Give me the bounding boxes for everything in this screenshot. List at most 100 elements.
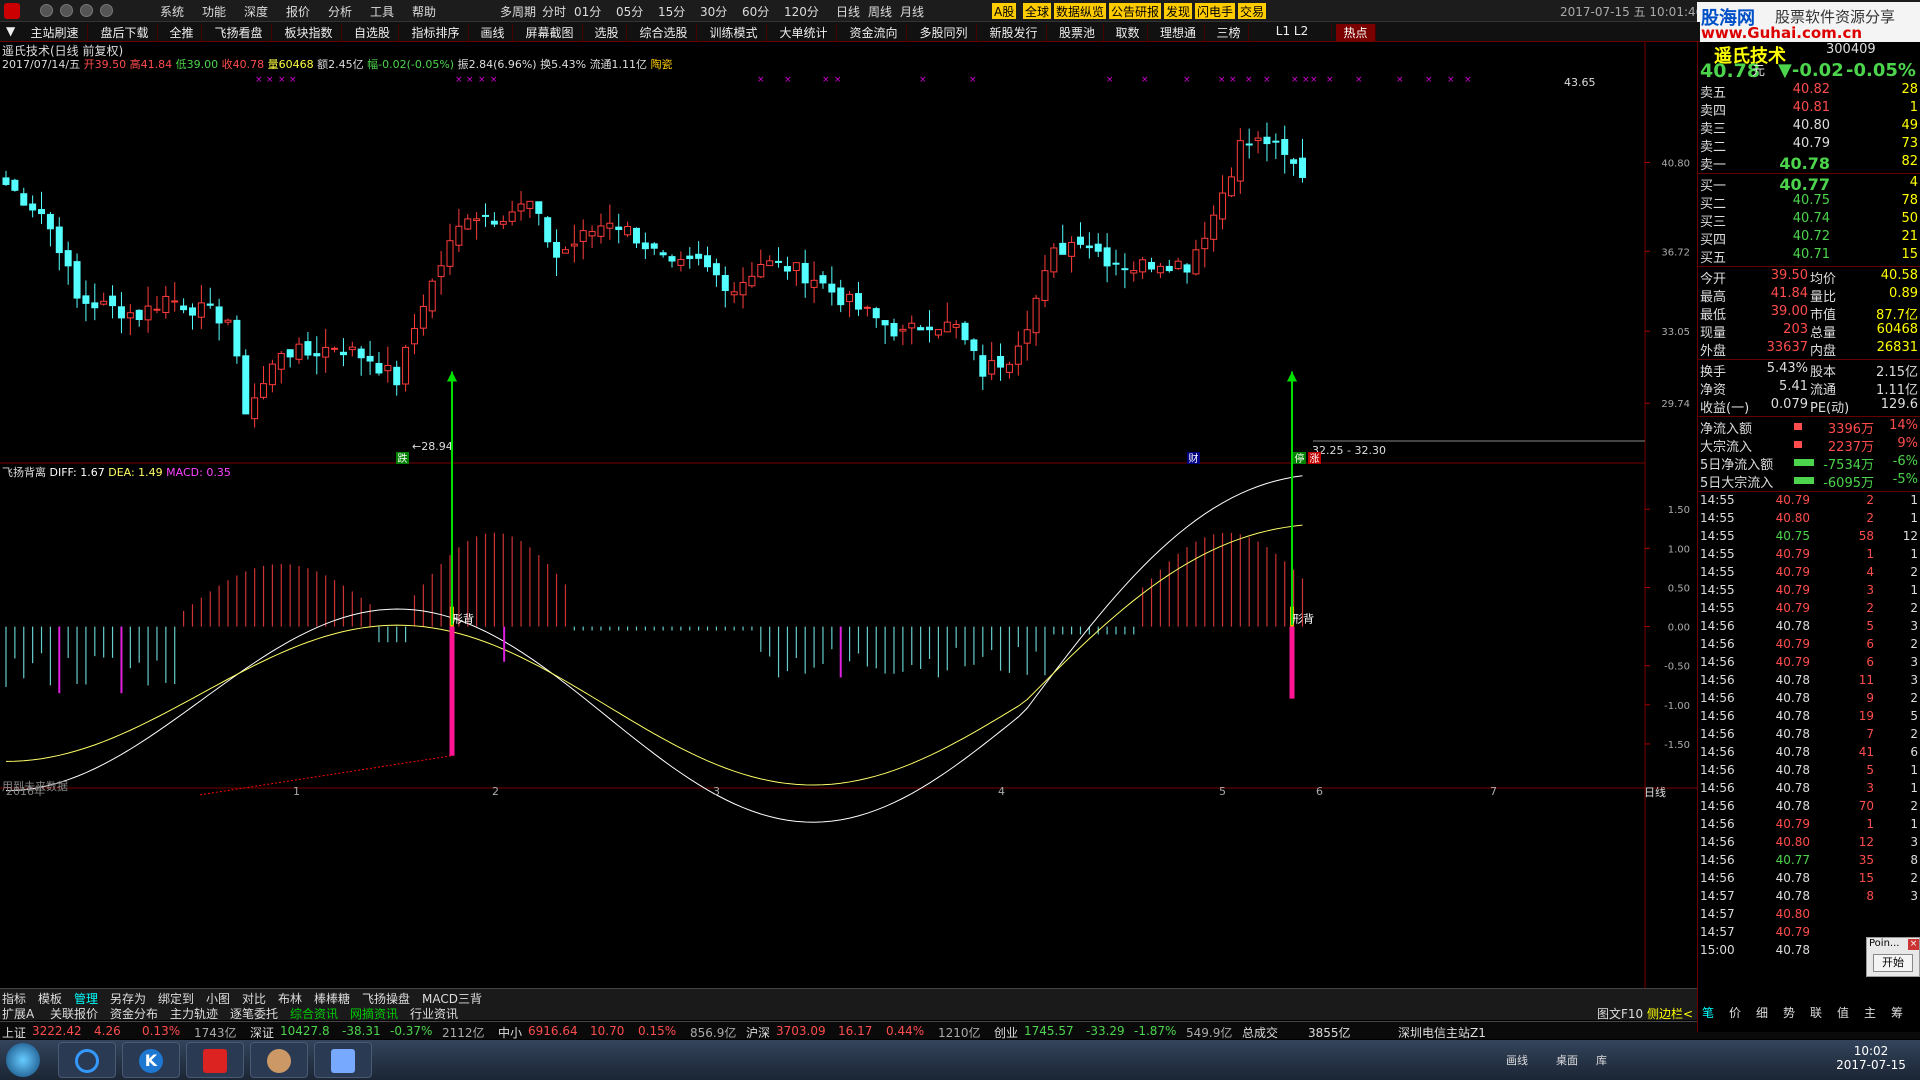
index-name[interactable]: 中小: [498, 1024, 522, 1041]
toolbar-item[interactable]: 理想通: [1152, 24, 1205, 41]
toolbar-item[interactable]: L1 L2: [1253, 24, 1332, 38]
menu-深度[interactable]: 深度: [244, 3, 268, 20]
index-name[interactable]: 创业: [994, 1024, 1018, 1041]
info-tab[interactable]: 网摘资讯: [350, 1005, 398, 1022]
window-button[interactable]: [40, 4, 53, 17]
info-tab[interactable]: 扩展A: [2, 1005, 34, 1022]
window-button[interactable]: [80, 4, 93, 17]
menu-功能[interactable]: 功能: [202, 3, 226, 20]
toolbar-item[interactable]: 盘后下载: [92, 24, 158, 41]
tag-button[interactable]: 交易: [1238, 3, 1267, 19]
info-tab[interactable]: 行业资讯: [410, 1005, 458, 1022]
toolbar-item[interactable]: 板块指数: [276, 24, 342, 41]
candle-body: [1139, 259, 1147, 273]
sidebar-toggle[interactable]: 侧边栏<: [1647, 1005, 1693, 1022]
toolbar-item[interactable]: 股票池: [1051, 24, 1104, 41]
tag-button[interactable]: 数据纵览: [1054, 3, 1107, 19]
app-menu-icon[interactable]: [4, 3, 20, 19]
tag-button[interactable]: 发现: [1164, 3, 1193, 19]
index-pct: 0.44%: [886, 1024, 925, 1038]
period-分时[interactable]: 分时: [542, 3, 566, 20]
period-120分[interactable]: 120分: [784, 3, 819, 20]
toolbar-item[interactable]: 训练模式: [701, 24, 767, 41]
bid-label: 买一: [1700, 179, 1727, 194]
k-task[interactable]: K: [122, 1042, 180, 1078]
tag-button[interactable]: 闪电手: [1195, 3, 1236, 19]
toolbar-item[interactable]: 选股: [587, 24, 627, 41]
kline-chart[interactable]: 40.80 36.72 33.05 29.74 1.50 1.00 0.50 0.00 -0.5…: [0, 42, 1700, 990]
start-button[interactable]: [6, 1043, 40, 1077]
toolbar-item[interactable]: 三榜: [1209, 24, 1249, 41]
period-日线[interactable]: 日线: [836, 3, 860, 20]
period-01分[interactable]: 01分: [574, 3, 601, 20]
quote-tab[interactable]: 值: [1837, 1004, 1849, 1021]
toolbar-item[interactable]: 多股同列: [911, 24, 977, 41]
app-task[interactable]: [314, 1042, 372, 1078]
candle-body: [810, 279, 818, 288]
period-月线[interactable]: 月线: [900, 3, 924, 20]
taskbar-label[interactable]: 画线: [1506, 1052, 1528, 1068]
tag-button[interactable]: 公告研报: [1109, 3, 1162, 19]
pointer-close-icon[interactable]: ×: [1908, 939, 1919, 950]
info-tab[interactable]: 综合资讯: [290, 1005, 338, 1022]
app-task[interactable]: [250, 1042, 308, 1078]
period-多周期[interactable]: 多周期: [500, 3, 536, 20]
quote-tab[interactable]: 联: [1810, 1004, 1822, 1021]
taskbar-label[interactable]: 库: [1596, 1052, 1607, 1068]
toolbar-item[interactable]: 资金流向: [841, 24, 907, 41]
menu-报价[interactable]: 报价: [286, 3, 310, 20]
toolbar-item[interactable]: 全推: [162, 24, 202, 41]
tag-button[interactable]: 全球: [1023, 3, 1052, 19]
menu-系统[interactable]: 系统: [160, 3, 184, 20]
bid-volume: 78: [1901, 193, 1918, 208]
tick-price: 40.78: [1775, 781, 1810, 795]
menu-帮助[interactable]: 帮助: [412, 3, 436, 20]
ie-task[interactable]: [58, 1042, 116, 1078]
quote-tab[interactable]: 势: [1783, 1004, 1795, 1021]
toolbar-item[interactable]: 热点: [1336, 24, 1376, 41]
info-tab[interactable]: 主力轨迹: [170, 1005, 218, 1022]
info-tab[interactable]: 资金分布: [110, 1005, 158, 1022]
index-name[interactable]: 上证: [2, 1024, 26, 1041]
quote-tab[interactable]: 笔: [1702, 1004, 1714, 1021]
toolbar-item[interactable]: 综合选股: [631, 24, 697, 41]
period-05分[interactable]: 05分: [616, 3, 643, 20]
tick-count: 1: [1910, 763, 1918, 777]
taskbar-label[interactable]: 桌面: [1556, 1052, 1578, 1068]
toolbar-item[interactable]: 飞扬看盘: [206, 24, 272, 41]
quote-tab[interactable]: 细: [1756, 1004, 1768, 1021]
period-30分[interactable]: 30分: [700, 3, 727, 20]
quote-tab[interactable]: 价: [1729, 1004, 1741, 1021]
quote-tab[interactable]: 筹: [1891, 1004, 1903, 1021]
f10-button[interactable]: 图文F10: [1597, 1005, 1643, 1022]
toolbar-item[interactable]: 主站刷速: [22, 24, 88, 41]
toolbar-item[interactable]: 画线: [473, 24, 513, 41]
window-button[interactable]: [60, 4, 73, 17]
info-tab[interactable]: 关联报价: [50, 1005, 98, 1022]
pointer-window[interactable]: Poin... × 开始: [1866, 937, 1920, 977]
toolbar-arrow-icon[interactable]: ▼: [2, 24, 19, 38]
index-name[interactable]: 深证: [250, 1024, 274, 1041]
period-周线[interactable]: 周线: [868, 3, 892, 20]
quote-tab[interactable]: 主: [1864, 1004, 1876, 1021]
toolbar-item[interactable]: 大单统计: [771, 24, 837, 41]
period-60分[interactable]: 60分: [742, 3, 769, 20]
index-name[interactable]: 沪深: [746, 1024, 770, 1041]
toolbar-item[interactable]: 指标排序: [403, 24, 469, 41]
tick-time: 14:56: [1700, 835, 1735, 849]
toolbar-item[interactable]: 新股发行: [981, 24, 1047, 41]
candle-body: [792, 262, 800, 272]
pointer-start-button[interactable]: 开始: [1873, 954, 1913, 972]
menu-分析[interactable]: 分析: [328, 3, 352, 20]
menu-工具[interactable]: 工具: [370, 3, 394, 20]
app-task[interactable]: [186, 1042, 244, 1078]
toolbar-item[interactable]: 屏幕截图: [517, 24, 583, 41]
tag-button[interactable]: A股: [992, 3, 1017, 19]
period-15分[interactable]: 15分: [658, 3, 685, 20]
info-tab[interactable]: 逐笔委托: [230, 1005, 278, 1022]
chart-sector-tag[interactable]: 陶瓷: [651, 58, 673, 71]
window-button[interactable]: [100, 4, 113, 17]
clock[interactable]: 10:02 2017-07-15: [1836, 1044, 1906, 1072]
toolbar-item[interactable]: 自选股: [346, 24, 399, 41]
toolbar-item[interactable]: 取数: [1108, 24, 1148, 41]
